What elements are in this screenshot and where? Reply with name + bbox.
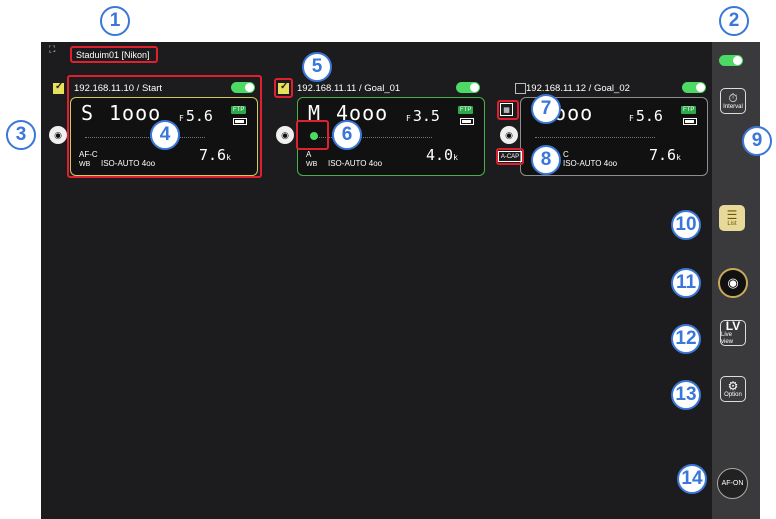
exposure-scale [312, 129, 432, 138]
camera-icon: ◉ [727, 275, 739, 290]
timer-icon: ⏱ [728, 90, 738, 105]
callout-badge-10: 10 [671, 210, 701, 240]
shots-unit: k [453, 153, 458, 162]
callout-box-7 [497, 100, 519, 120]
battery-icon [683, 118, 697, 125]
camera-select-checkbox[interactable] [515, 83, 526, 94]
remaining-shots: 7.6k [649, 146, 681, 164]
camera-label: 192.168.11.12 / Goal_02 [526, 83, 630, 94]
aperture: F 3.5 [406, 107, 440, 125]
camera-icon: ◉ [505, 129, 513, 140]
aperture-prefix: F [629, 114, 634, 123]
callout-box-5 [274, 78, 293, 98]
lv-text: LV [725, 319, 741, 333]
shots-unit: k [676, 153, 681, 162]
callout-badge-3: 3 [6, 120, 36, 150]
af-on-button[interactable]: AF-ON [717, 468, 748, 499]
callout-badge-14: 14 [677, 464, 707, 494]
shots-value: 4.0 [426, 146, 454, 164]
af-mode: A [306, 150, 312, 159]
shots-value: 7.6 [649, 146, 677, 164]
callout-badge-13: 13 [671, 380, 701, 410]
camera-select-checkbox[interactable] [53, 81, 64, 94]
camera-shoot-button[interactable]: ◉ [276, 126, 294, 144]
camera-toggle[interactable] [682, 82, 706, 93]
remaining-shots: 4.0k [426, 146, 458, 164]
list-button[interactable]: ☰ List [719, 205, 745, 231]
group-icon[interactable]: ⛶ [49, 44, 71, 66]
interval-label: Interval [723, 103, 743, 110]
callout-badge-5: 5 [302, 52, 332, 82]
exposure-scale [535, 129, 655, 138]
callout-badge-9: 9 [742, 126, 772, 156]
callout-box-6 [296, 120, 329, 150]
callout-box-8 [496, 148, 524, 165]
callout-badge-11: 11 [671, 268, 701, 298]
af-mode: C [563, 150, 569, 159]
list-icon: ☰ [726, 207, 738, 222]
interval-button[interactable]: ⏱ Interval [720, 88, 746, 114]
aperture-value: 5.6 [635, 107, 663, 125]
callout-badge-1: 1 [100, 6, 130, 36]
gear-icon: ⚙ [727, 378, 739, 393]
callout-badge-8: 8 [531, 145, 561, 175]
wb-label: WB [306, 161, 318, 168]
ftp-badge: FTP [681, 106, 697, 114]
master-toggle[interactable] [719, 55, 743, 66]
camera-shoot-button[interactable]: ◉ [500, 126, 518, 144]
camera-toggle[interactable] [456, 82, 480, 93]
list-label: List [727, 220, 737, 227]
aperture-value: 3.5 [412, 107, 440, 125]
camera-icon: ◉ [281, 129, 289, 140]
callout-badge-7: 7 [531, 94, 561, 124]
live-view-button[interactable]: LV Live view [720, 320, 746, 346]
option-label: Option [724, 391, 742, 398]
callout-badge-4: 4 [150, 120, 180, 150]
iso-setting: ISO-AUTO 4oo [563, 159, 618, 168]
aperture: F 5.6 [629, 107, 663, 125]
live-view-label: Live view [721, 332, 734, 345]
shutter-release-button[interactable]: ◉ [718, 268, 748, 298]
ftp-badge: FTP [458, 106, 474, 114]
camera-label: 192.168.11.11 / Goal_01 [297, 83, 401, 94]
camera-icon: ◉ [54, 129, 62, 140]
battery-icon [460, 118, 474, 125]
callout-box-1 [70, 46, 158, 63]
callout-badge-12: 12 [671, 324, 701, 354]
callout-badge-6: 6 [332, 120, 362, 150]
option-button[interactable]: ⚙ Option [720, 376, 746, 402]
callout-badge-2: 2 [719, 6, 749, 36]
camera-shoot-button[interactable]: ◉ [49, 126, 67, 144]
iso-setting: ISO-AUTO 4oo [328, 159, 383, 168]
aperture-prefix: F [406, 114, 411, 123]
